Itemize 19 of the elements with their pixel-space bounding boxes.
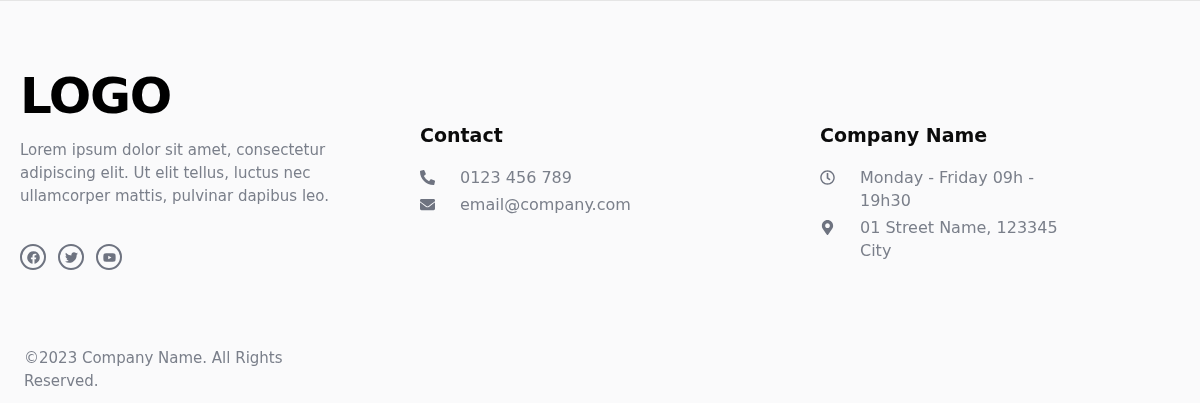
- contact-text: Monday - Friday 09h - 19h30: [860, 166, 1036, 212]
- bird-icon: [64, 250, 78, 264]
- clock-icon: [820, 169, 835, 185]
- facebook-icon: [26, 250, 40, 264]
- social-link[interactable]: [20, 244, 46, 270]
- phone-icon: [420, 169, 435, 185]
- contact-text: 0123 456 789: [460, 166, 573, 189]
- social-link[interactable]: [58, 244, 84, 270]
- logo[interactable]: LOGO: [20, 69, 172, 123]
- copyright: ©2023 Company Name. All Rights Reserved.: [24, 348, 284, 392]
- description: Lorem ipsum dolor sit amet, consectetur adipiscing elit. Ut elit tellus, luctus nec ullamcorper mattis, pulvinar dapibus leo.: [20, 140, 330, 207]
- column-heading: Contact: [420, 123, 503, 148]
- map-pin-icon: [820, 219, 835, 235]
- contact-text: email@company.com: [460, 193, 632, 216]
- play-icon: [102, 250, 116, 264]
- contact-text: 01 Street Name, 123345 City: [860, 216, 1059, 262]
- column-heading: Company Name: [820, 123, 988, 148]
- social-link[interactable]: [96, 244, 122, 270]
- envelope-icon: [420, 196, 435, 212]
